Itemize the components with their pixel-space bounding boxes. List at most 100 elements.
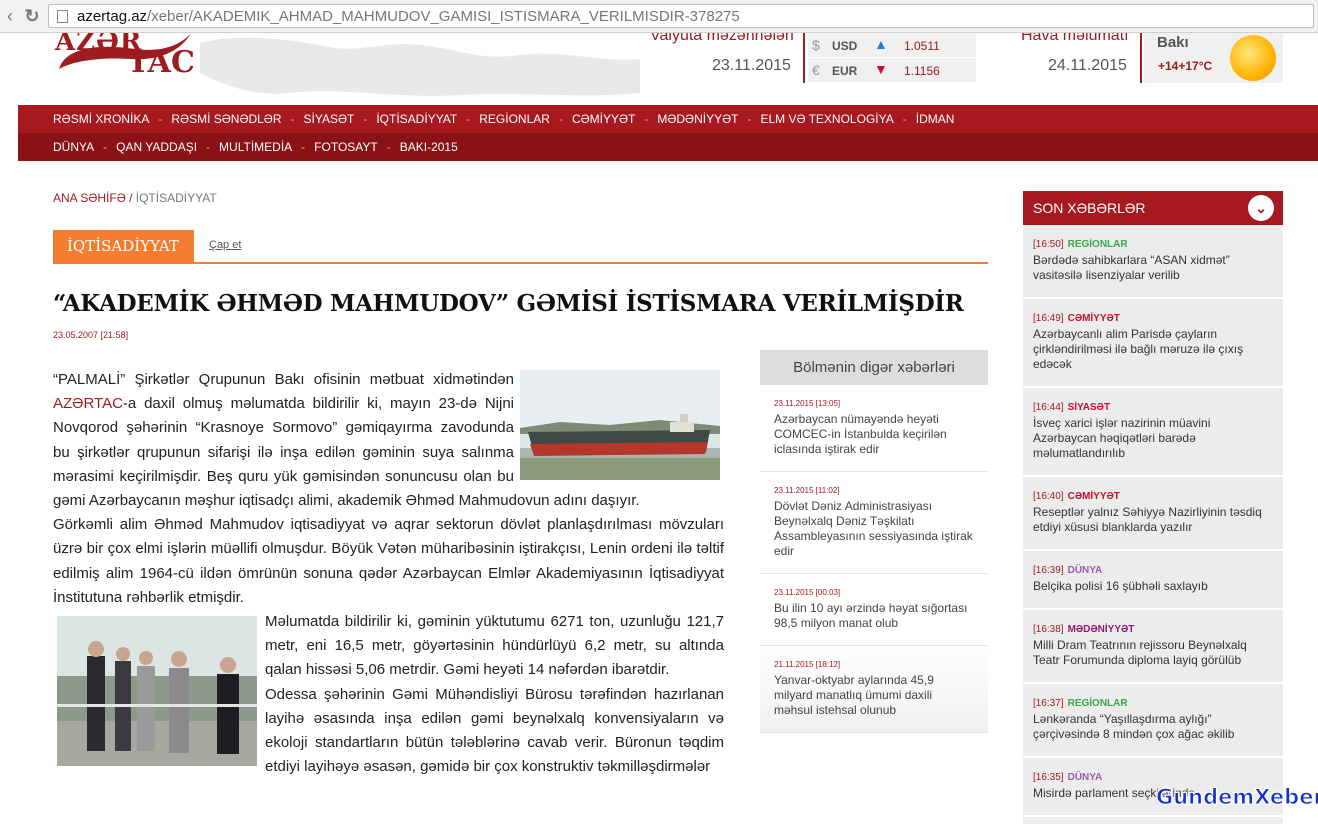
currency-value: 1.0511: [904, 39, 940, 53]
latest-news-text[interactable]: Reseptlər yalnız Səhiyyə Nazirliyinin tə…: [1033, 505, 1273, 535]
latest-news-item[interactable]: [16:44] SİYASƏT İsveç xarici işlər nazirin…: [1023, 388, 1283, 477]
latest-news-item[interactable]: [16:40] CƏMİYYƏT Reseptlər yalnız Səhiyyə …: [1023, 477, 1283, 551]
latest-news-category[interactable]: DÜNYA: [1068, 772, 1103, 783]
latest-news-title: SON XƏBƏRLƏR: [1033, 200, 1146, 216]
nav-item[interactable]: DÜNYA: [53, 140, 94, 154]
ship-photo[interactable]: [520, 370, 720, 480]
world-map-background: [200, 37, 640, 96]
latest-news-category[interactable]: CƏMİYYƏT: [1068, 313, 1120, 324]
latest-news-header: SON XƏBƏRLƏR ⌄: [1023, 191, 1283, 225]
azertac-logo[interactable]: AZƏR TAC: [55, 33, 215, 87]
latest-news-text[interactable]: İsveç xarici işlər nazirinin müavini Azə…: [1033, 416, 1273, 461]
section-divider: [53, 262, 988, 264]
nav-item[interactable]: QAN YADDAŞI: [116, 140, 197, 154]
other-news-text[interactable]: Bu ilin 10 ayı ərzində həyat sığortası 9…: [774, 601, 974, 631]
weather-label: Hava məlumatı: [1021, 33, 1129, 44]
latest-news-list: [16:50] REGİONLAR Bərdədə sahibkarlara “AS…: [1023, 225, 1283, 817]
nav-item[interactable]: REGİONLAR: [479, 112, 550, 126]
latest-news-category[interactable]: MƏDƏNİYYƏT: [1068, 624, 1135, 635]
chevron-down-icon[interactable]: ⌄: [1248, 195, 1274, 221]
currency-value: 1.1156: [904, 64, 940, 78]
latest-news-category[interactable]: REGİONLAR: [1068, 698, 1128, 709]
nav-item[interactable]: MULTİMEDİA: [219, 140, 292, 154]
nav-separator: -: [301, 140, 306, 154]
other-news-date: 23.11.2015 [00:03]: [774, 588, 841, 597]
euro-icon: €: [812, 62, 820, 78]
breadcrumb: ANA SƏHİFƏ / İQTİSADİYYAT: [53, 191, 217, 205]
article-paragraph-2: Görkəmli alim Əhməd Mahmudov iqtisadiyya…: [53, 516, 724, 606]
latest-news-meta: [16:50] REGİONLAR: [1033, 239, 1273, 250]
latest-news-item[interactable]: [16:39] DÜNYA Belçika polisi 16 şübhəli sa…: [1023, 551, 1283, 610]
url-text[interactable]: azertag.az/xeber/AKADEMIK_AHMAD_MAHMUDOV…: [77, 8, 740, 25]
nav-item[interactable]: FOTOSAYT: [314, 140, 378, 154]
latest-news-item[interactable]: [16:37] REGİONLAR Lənkəranda “Yaşıllaşdırm…: [1023, 684, 1283, 758]
nav-item[interactable]: İDMAN: [916, 112, 955, 126]
latest-news-text[interactable]: Lənkəranda “Yaşıllaşdırma aylığı” çərçiv…: [1033, 712, 1273, 742]
ceremony-photo[interactable]: [57, 616, 257, 767]
url-path: /xeber/AKADEMIK_AHMAD_MAHMUDOV_GAMISI_IS…: [147, 8, 740, 25]
nav-item[interactable]: SİYASƏT: [304, 112, 355, 126]
nav-separator: -: [206, 140, 211, 154]
nav-separator: -: [363, 112, 368, 126]
site-header: AZƏR TAC Valyuta məzənnələri 23.11.2015 …: [0, 33, 1318, 105]
nav-item[interactable]: ELM VƏ TEXNOLOGİYA: [760, 112, 893, 126]
nav-separator: -: [558, 112, 563, 126]
latest-news-text[interactable]: Azərbaycanlı alim Parisdə çayların çirkl…: [1033, 327, 1273, 372]
watermark-text: GundemXeber.Az: [1155, 785, 1318, 810]
latest-news-item[interactable]: [16:38] MƏDƏNİYYƏT Milli Dram Teatrının re…: [1023, 610, 1283, 684]
nav-separator: -: [902, 112, 907, 126]
dollar-icon: $: [812, 37, 820, 53]
nav-item[interactable]: CƏMİYYƏT: [572, 112, 635, 126]
nav-item[interactable]: MƏDƏNİYYƏT: [657, 112, 738, 126]
address-bar[interactable]: azertag.az/xeber/AKADEMIK_AHMAD_MAHMUDOV…: [48, 4, 1314, 28]
latest-news-time: [16:37]: [1033, 698, 1064, 709]
latest-news-item[interactable]: [16:50] REGİONLAR Bərdədə sahibkarlara “AS…: [1023, 225, 1283, 299]
down-arrow-icon: ▼: [874, 61, 888, 77]
latest-news-text[interactable]: Bərdədə sahibkarlara “ASAN xidmət” vasit…: [1033, 253, 1273, 283]
latest-news-category[interactable]: REGİONLAR: [1068, 239, 1128, 250]
other-news-item[interactable]: 23.11.2015 [11:02] Dövlət Dəniz Administ…: [760, 472, 988, 574]
nav-separator: -: [103, 140, 108, 154]
breadcrumb-current[interactable]: İQTİSADİYYAT: [136, 191, 217, 205]
latest-news-category[interactable]: SİYASƏT: [1068, 402, 1110, 413]
latest-news-time: [16:49]: [1033, 313, 1064, 324]
nav-separator: -: [290, 112, 295, 126]
latest-news-category[interactable]: DÜNYA: [1068, 565, 1103, 576]
main-navigation: RƏSMİ XRONİKA - RƏSMİ SƏNƏDLƏR - SİYASƏT - İQT…: [18, 105, 1318, 161]
latest-news-text[interactable]: Belçika polisi 16 şübhəli saxlayıb: [1033, 579, 1273, 594]
nav-item[interactable]: RƏSMİ XRONİKA: [53, 112, 149, 126]
section-tab[interactable]: İQTİSADİYYAT: [53, 230, 194, 262]
page-icon: [57, 10, 68, 23]
print-link[interactable]: Çap et: [209, 239, 241, 251]
other-news-item[interactable]: 21.11.2015 [18:12] Yanvar-oktyabr ayları…: [760, 646, 988, 733]
latest-news-meta: [16:38] MƏDƏNİYYƏT: [1033, 624, 1273, 635]
other-news-text[interactable]: Dövlət Dəniz Administrasiyası Beynəlxalq…: [774, 499, 974, 559]
back-arrow-icon[interactable]: ‹: [0, 6, 20, 26]
nav-separator: -: [747, 112, 752, 126]
nav-item[interactable]: BAKI-2015: [400, 140, 458, 154]
article-body: “PALMALİ” Şirkətlər Qrupunun Bakı ofisin…: [53, 368, 724, 779]
latest-news-meta: [16:49] CƏMİYYƏT: [1033, 313, 1273, 324]
latest-news-text[interactable]: Milli Dram Teatrının rejissoru Beynəlxal…: [1033, 638, 1273, 668]
latest-news-time: [16:40]: [1033, 491, 1064, 502]
latest-news-item[interactable]: [16:49] CƏMİYYƏT Azərbaycanlı alim Parisdə…: [1023, 299, 1283, 388]
currency-row-eur: € EUR ▼ 1.1156: [808, 58, 976, 82]
reload-icon[interactable]: ↻: [22, 6, 42, 26]
azertac-link[interactable]: AZƏRTAC: [53, 395, 123, 412]
nav-row-2: DÜNYA - QAN YADDAŞI - MULTİMEDİA - FOTOSAYT - BA…: [18, 133, 1318, 161]
latest-news-time: [16:38]: [1033, 624, 1064, 635]
breadcrumb-home-link[interactable]: ANA SƏHİFƏ: [53, 191, 126, 205]
nav-item[interactable]: RƏSMİ SƏNƏDLƏR: [171, 112, 281, 126]
currency-code: USD: [832, 39, 858, 53]
other-news-text[interactable]: Yanvar-oktyabr aylarında 45,9 milyard ma…: [774, 673, 974, 718]
latest-news-category[interactable]: CƏMİYYƏT: [1068, 491, 1120, 502]
other-news-text[interactable]: Azərbaycan nümayəndə heyəti COMCEC-in İs…: [774, 412, 974, 457]
section-other-news: Bölmənin digər xəbərləri 23.11.2015 [13:…: [760, 350, 988, 733]
other-news-item[interactable]: 23.11.2015 [00:03] Bu ilin 10 ayı ərzind…: [760, 574, 988, 646]
nav-separator: -: [386, 140, 391, 154]
latest-news-meta: [16:44] SİYASƏT: [1033, 402, 1273, 413]
other-news-item[interactable]: 23.11.2015 [13:05] Azərbaycan nümayəndə …: [760, 385, 988, 472]
article-title: “AKADEMİK ƏHMƏD MAHMUDOV” GƏMİSİ İSTİSMA…: [53, 290, 964, 317]
weather-widget[interactable]: Bakı +14+17°C: [1144, 33, 1283, 83]
nav-item[interactable]: İQTİSADİYYAT: [376, 112, 457, 126]
